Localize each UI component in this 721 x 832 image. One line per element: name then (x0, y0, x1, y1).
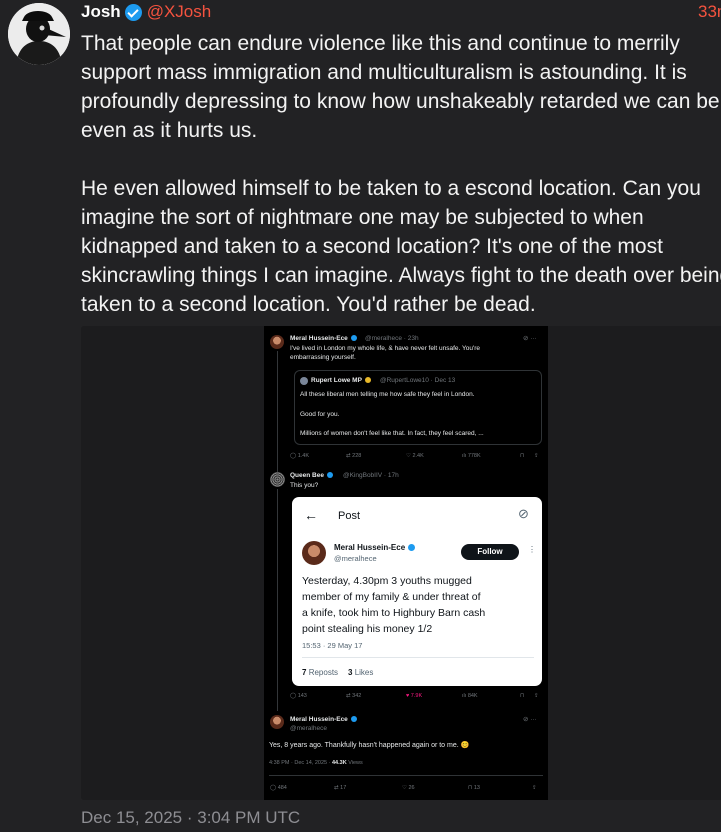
tweet1-text-2: embarrassing yourself. (290, 354, 356, 361)
tweet1-meta: @meralhece · 23h (365, 335, 419, 342)
repost-icon[interactable]: ⇄ 342 (346, 693, 361, 699)
tweet2-actions: ◯ 143 ⇄ 342 ♥ 7.9K ılı 84K ⊓ ⇪ (290, 693, 542, 703)
share-icon[interactable]: ⇪ (534, 693, 539, 699)
views-icon[interactable]: ılı 778K (462, 453, 481, 459)
tweet3-divider (269, 775, 543, 776)
quote-line-3: Millions of women don't feel like that. … (300, 430, 484, 437)
follow-button[interactable]: Follow (461, 544, 519, 560)
quoted-tweet[interactable]: Rupert Lowe MP @RupertLowe10 · Dec 13 Al… (294, 370, 542, 445)
author-handle[interactable]: @XJosh (147, 2, 212, 22)
post-header: Josh @XJosh 33m (81, 1, 721, 23)
tweet3-handle: @meralhece (290, 725, 327, 732)
post-time-ago[interactable]: 33m (698, 2, 721, 22)
grok-icon: ⊘ ··· (523, 335, 537, 342)
post-media[interactable]: Meral Hussein-Ece @meralhece · 23h ⊘ ···… (81, 326, 721, 800)
grok-icon[interactable]: ⊘ (518, 506, 529, 522)
thread-line (277, 351, 278, 481)
card-likes[interactable]: 3 Likes (348, 668, 373, 677)
meral-avatar-2 (270, 715, 284, 729)
repost-icon[interactable]: ⇄ 228 (346, 453, 361, 459)
tweet1-actions: ◯ 1.4K ⇄ 228 ♡ 2.4K ılı 778K ⊓ ⇪ (290, 453, 542, 463)
back-arrow-icon[interactable]: ← (304, 507, 318, 523)
reply-icon[interactable]: ◯ 484 (270, 785, 287, 791)
tweet3-name: Meral Hussein-Ece (290, 716, 357, 723)
share-icon[interactable]: ⇪ (534, 453, 539, 459)
quote-line-2: Good for you. (300, 411, 340, 418)
card-text-1: Yesterday, 4.30pm 3 youths mugged (302, 575, 472, 587)
tweet2-meta: @KingBobIIV · 17h (343, 472, 399, 479)
card-text-2: member of my family & under threat of (302, 591, 481, 603)
verified-badge-icon (124, 3, 142, 21)
views-icon[interactable]: ılı 84K (462, 693, 478, 699)
card-more-icon[interactable]: ⋮ (528, 545, 536, 554)
like-icon[interactable]: ♡ 2.4K (406, 453, 424, 459)
card-avatar (302, 541, 326, 565)
reply-icon[interactable]: ◯ 143 (290, 693, 307, 699)
quote-meta: @RupertLowe10 · Dec 13 (380, 377, 456, 384)
inner-post-card[interactable]: ← Post ⊘ Meral Hussein-Ece @meralhece Fo… (292, 497, 542, 686)
card-timestamp: 15:53 · 29 May 17 (302, 641, 363, 650)
tweet1-text-1: I've lived in London my whole life, & ha… (290, 345, 481, 352)
like-icon[interactable]: ♥ 7.9K (406, 693, 422, 699)
rupert-avatar (300, 377, 308, 385)
like-icon[interactable]: ♡ 26 (402, 785, 415, 791)
post-body: That people can endure violence like thi… (81, 32, 721, 316)
bookmark-icon[interactable]: ⊓ 13 (468, 785, 480, 791)
embedded-screenshot: Meral Hussein-Ece @meralhece · 23h ⊘ ···… (264, 326, 548, 800)
reply-icon[interactable]: ◯ 1.4K (290, 453, 309, 459)
card-author-name: Meral Hussein-Ece (334, 543, 416, 552)
card-divider (302, 657, 534, 658)
queen-bee-avatar (270, 472, 285, 487)
tweet3-actions: ◯ 484 ⇄ 17 ♡ 26 ⊓ 13 ⇪ (270, 785, 544, 795)
post-date[interactable]: Dec 15, 2025 · 3:04 PM UTC (81, 808, 300, 828)
meral-avatar (270, 335, 284, 349)
tweet1-name: Meral Hussein-Ece (290, 335, 357, 342)
card-text-3: a knife, took him to Highbury Barn cash (302, 607, 486, 619)
tweet2-text: This you? (290, 482, 319, 489)
card-reposts[interactable]: 7 Reposts (302, 668, 338, 677)
tweet2-name: Queen Bee (290, 472, 333, 479)
repost-icon[interactable]: ⇄ 17 (334, 785, 346, 791)
tweet3-meta: 4:38 PM · Dec 14, 2025 · 44.3K Views (269, 760, 363, 766)
grok-icon: ⊘ ··· (523, 716, 537, 723)
card-text-4: point stealing his money 1/2 (302, 623, 433, 635)
author-name[interactable]: Josh (81, 2, 121, 22)
share-icon[interactable]: ⇪ (532, 785, 537, 791)
thread-line-2 (277, 489, 278, 711)
card-author-handle: @meralhece (334, 554, 377, 563)
bookmark-icon[interactable]: ⊓ (520, 693, 524, 699)
card-header: Post (338, 510, 361, 522)
author-avatar[interactable] (8, 3, 70, 65)
tweet3-text: Yes, 8 years ago. Thankfully hasn't happ… (269, 742, 470, 749)
quote-name: Rupert Lowe MP (311, 377, 371, 384)
plague-doctor-avatar-icon (8, 3, 70, 65)
quote-line-1: All these liberal men telling me how saf… (300, 391, 475, 398)
bookmark-icon[interactable]: ⊓ (520, 453, 524, 459)
